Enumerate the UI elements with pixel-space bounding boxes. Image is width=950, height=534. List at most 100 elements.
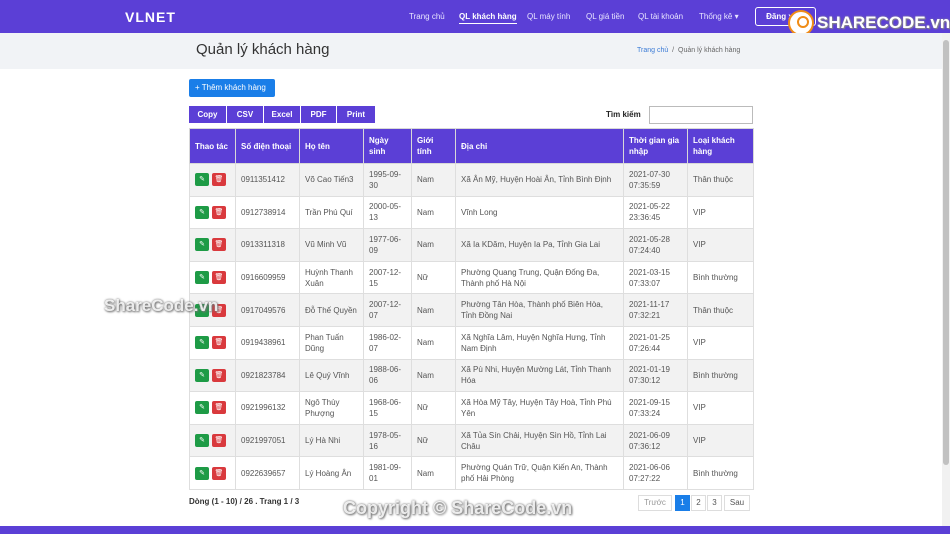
header-customer-type[interactable]: Loại khách hàng: [687, 128, 754, 164]
cell-address: Xã Ia KDăm, Huyện Ia Pa, Tỉnh Gia Lai: [455, 228, 624, 262]
cell-gender: Nữ: [411, 423, 456, 458]
table-header-row: Thao tác Số điện thoại Họ tên Ngày sinh …: [189, 128, 754, 164]
nav-home[interactable]: Trang chủ: [409, 12, 445, 21]
table-row: ✎ 🗑 0917049576 Đỗ Thế Quyền 2007-12-07 Nam Phư…: [189, 293, 754, 327]
edit-icon[interactable]: ✎: [195, 466, 209, 480]
cell-join-time: 2021-06-09 07:36:12: [623, 423, 688, 458]
nav-statistics[interactable]: Thống kê ▾: [699, 12, 739, 21]
cell-customer-type: VIP: [687, 195, 754, 230]
edit-icon[interactable]: ✎: [195, 434, 209, 448]
header-gender[interactable]: Giới tính: [411, 128, 456, 164]
cell-gender: Nam: [411, 293, 456, 327]
search-input[interactable]: [649, 106, 753, 124]
scrollbar-thumb[interactable]: [943, 40, 949, 465]
cell-customer-type: Thân thuộc: [687, 293, 754, 327]
breadcrumb-home-link[interactable]: Trang chủ: [637, 47, 668, 54]
cell-address: Phường Tân Hòa, Thành phố Biên Hòa, Tỉnh…: [455, 293, 624, 327]
cell-phone: 0921823784: [235, 358, 300, 393]
cell-birthdate: 1981-09-01: [363, 456, 412, 490]
delete-icon[interactable]: 🗑: [212, 173, 226, 187]
cell-birthdate: 2007-12-15: [363, 260, 412, 295]
delete-icon[interactable]: 🗑: [212, 466, 226, 480]
cell-name: Lý Hoàng Ân: [299, 456, 364, 490]
header-name[interactable]: Họ tên: [299, 128, 364, 164]
add-customer-button[interactable]: + Thêm khách hàng: [189, 79, 275, 97]
cell-join-time: 2021-09-15 07:33:24: [623, 391, 688, 425]
cell-join-time: 2021-01-19 07:30:12: [623, 358, 688, 393]
edit-icon[interactable]: ✎: [195, 271, 209, 285]
edit-icon[interactable]: ✎: [195, 238, 209, 252]
table-row: ✎ 🗑 0913311318 Vũ Minh Vũ 1977-06-09 Nam Xã Ia…: [189, 228, 754, 262]
delete-icon[interactable]: 🗑: [212, 238, 226, 252]
delete-icon[interactable]: 🗑: [212, 434, 226, 448]
header-address[interactable]: Địa chỉ: [455, 128, 624, 164]
cell-address: Vĩnh Long: [455, 195, 624, 230]
cell-address: Phường Quán Trữ, Quận Kiến An, Thành phố…: [455, 456, 624, 490]
nav-computers[interactable]: QL máy tính: [527, 12, 570, 21]
cell-customer-type: VIP: [687, 423, 754, 458]
cell-customer-type: Bình thường: [687, 456, 754, 490]
delete-icon[interactable]: 🗑: [212, 401, 226, 415]
header-phone[interactable]: Số điện thoại: [235, 128, 300, 164]
cell-phone: 0919438961: [235, 325, 300, 360]
copy-button[interactable]: Copy: [189, 106, 226, 123]
cell-gender: Nam: [411, 456, 456, 490]
header-actions[interactable]: Thao tác: [189, 128, 236, 164]
print-button[interactable]: Print: [337, 106, 375, 123]
cell-phone: 0922639657: [235, 456, 300, 490]
cell-address: Xã Nghĩa Lâm, Huyện Nghĩa Hưng, Tỉnh Nam…: [455, 325, 624, 360]
cell-birthdate: 1988-06-06: [363, 358, 412, 393]
pagination-page-1[interactable]: 1: [675, 495, 690, 511]
table-row: ✎ 🗑 0921823784 Lê Quý Vĩnh 1988-06-06 Nam Xã P…: [189, 358, 754, 393]
delete-icon[interactable]: 🗑: [212, 271, 226, 285]
nav-customers[interactable]: QL khách hàng: [459, 12, 517, 24]
cell-address: Xã Ân Mỹ, Huyện Hoài Ân, Tỉnh Bình Định: [455, 163, 624, 197]
cell-gender: Nam: [411, 228, 456, 262]
delete-icon[interactable]: 🗑: [212, 336, 226, 350]
pagination-page-3[interactable]: 3: [707, 495, 722, 511]
table-row: ✎ 🗑 0911351412 Võ Cao Tiến3 1995-09-30 Nam Xã …: [189, 163, 754, 197]
cell-gender: Nam: [411, 358, 456, 393]
edit-icon[interactable]: ✎: [195, 205, 209, 219]
cell-join-time: 2021-01-25 07:26:44: [623, 325, 688, 360]
cell-name: Trần Phú Quí: [299, 195, 364, 230]
edit-icon[interactable]: ✎: [195, 336, 209, 350]
pdf-button[interactable]: PDF: [301, 106, 336, 123]
nav-prices[interactable]: QL giá tiền: [586, 12, 624, 21]
cell-name: Ngô Thùy Phượng: [299, 391, 364, 425]
footer-bar: [0, 526, 950, 534]
table-row: ✎ 🗑 0921996132 Ngô Thùy Phượng 1968-06-15 Nữ X…: [189, 391, 754, 425]
header-join-time[interactable]: Thời gian gia nhập: [623, 128, 688, 164]
cell-address: Xã Tủa Sín Chải, Huyện Sìn Hồ, Tỉnh Lai …: [455, 423, 624, 458]
cell-join-time: 2021-06-06 07:27:22: [623, 456, 688, 490]
edit-icon[interactable]: ✎: [195, 401, 209, 415]
header-birthdate[interactable]: Ngày sinh: [363, 128, 412, 164]
cell-phone: 0911351412: [235, 163, 300, 197]
cell-name: Đỗ Thế Quyền: [299, 293, 364, 327]
edit-icon[interactable]: ✎: [195, 173, 209, 187]
pagination-next[interactable]: Sau: [724, 495, 750, 511]
page-header: [0, 33, 942, 69]
cell-birthdate: 1978-05-16: [363, 423, 412, 458]
edit-icon[interactable]: ✎: [195, 368, 209, 382]
delete-icon[interactable]: 🗑: [212, 205, 226, 219]
customer-table: Thao tác Số điện thoại Họ tên Ngày sinh …: [189, 128, 754, 490]
pagination-prev[interactable]: Trước: [638, 495, 672, 511]
csv-button[interactable]: CSV: [227, 106, 263, 123]
cell-phone: 0913311318: [235, 228, 300, 262]
brand-logo[interactable]: VLNET: [125, 9, 176, 25]
excel-button[interactable]: Excel: [264, 106, 300, 123]
nav-accounts[interactable]: QL tài khoản: [638, 12, 683, 21]
delete-icon[interactable]: 🗑: [212, 368, 226, 382]
pagination-page-2[interactable]: 2: [691, 495, 706, 511]
table-row: ✎ 🗑 0921997051 Lý Hà Nhi 1978-05-16 Nữ Xã Tủa …: [189, 423, 754, 458]
cell-customer-type: Thân thuộc: [687, 163, 754, 197]
row-actions: ✎ 🗑: [189, 456, 236, 490]
cell-customer-type: VIP: [687, 228, 754, 262]
sharecode-logo-text: SHARECODE.vn: [817, 13, 950, 32]
cell-name: Huỳnh Thanh Xuân: [299, 260, 364, 295]
cell-gender: Nam: [411, 325, 456, 360]
row-actions: ✎ 🗑: [189, 358, 236, 393]
table-row: ✎ 🗑 0916609959 Huỳnh Thanh Xuân 2007-12-15 Nữ…: [189, 260, 754, 295]
pagination-info: Dòng (1 - 10) / 26 . Trang 1 / 3: [189, 497, 300, 506]
